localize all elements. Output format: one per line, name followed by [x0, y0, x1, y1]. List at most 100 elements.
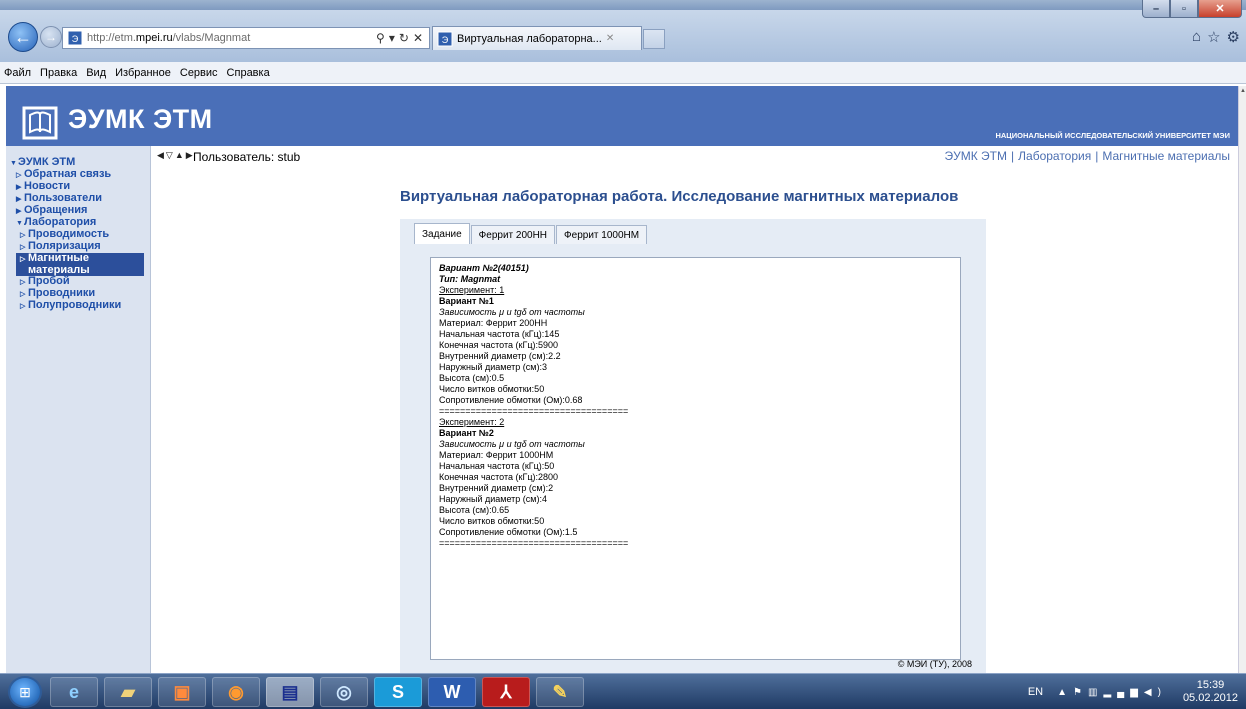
new-tab-button[interactable] [643, 29, 665, 49]
browser-navbar: ← → Э http://etm.mpei.ru/vlabs/Magnmat ⚲… [0, 10, 1246, 62]
clock-date: 05.02.2012 [1182, 692, 1238, 704]
tab-task[interactable]: Задание [414, 223, 470, 244]
dependency-text: Зависимость μ и tgδ от частоты [439, 307, 585, 317]
param-text: Сопротивление обмотки (Ом):1.5 [439, 527, 578, 537]
sidebar-item-magnetic-materials[interactable]: ▷ Магнитные материалы [16, 253, 144, 276]
start-button[interactable]: ⊞ [8, 676, 42, 708]
address-tools: ⚲ ▾ ↻ ✕ [376, 31, 429, 45]
stop-icon[interactable]: ✕ [413, 31, 423, 45]
window-controls: – ▫ ✕ [1142, 0, 1242, 20]
page-nav-arrows: ◀▽▲▶ [157, 150, 195, 161]
chevron-up-icon[interactable]: ▲ [1057, 687, 1073, 698]
task-panel: Задание Феррит 200НН Феррит 1000НМ Вариа… [400, 219, 986, 673]
triangle-right-icon: ▶ [16, 184, 22, 191]
close-icon[interactable]: ✕ [606, 33, 614, 44]
triangle-right-icon: ▶ [16, 196, 22, 203]
tab-favicon-icon: Э [437, 31, 453, 46]
menu-favorites[interactable]: Избранное [115, 67, 171, 79]
triangle-down-icon: ▼ [16, 220, 23, 227]
minimize-button[interactable]: – [1142, 0, 1170, 18]
back-button[interactable]: ← [8, 22, 38, 52]
refresh-icon[interactable]: ↻ [399, 31, 409, 45]
disc-taskbar-icon[interactable]: ◎ [320, 677, 368, 707]
save-disk-taskbar-icon[interactable]: ▤ [266, 677, 314, 707]
svg-text:Э: Э [72, 34, 79, 44]
search-icon[interactable]: ⚲ [376, 31, 385, 45]
site-header: ЭУМК ЭТМ НАЦИОНАЛЬНЫЙ ИССЛЕДОВАТЕЛЬСКИЙ … [6, 86, 1238, 146]
folder-taskbar-icon[interactable]: ▰ [104, 677, 152, 707]
network-icon[interactable]: ▥ [1088, 687, 1103, 698]
word-taskbar-icon[interactable]: W [428, 677, 476, 707]
web-page: ЭУМК ЭТМ НАЦИОНАЛЬНЫЙ ИССЛЕДОВАТЕЛЬСКИЙ … [0, 86, 1238, 673]
menu-edit[interactable]: Правка [40, 67, 77, 79]
gear-icon[interactable]: ⚙ [1227, 28, 1240, 46]
breadcrumb-link[interactable]: ЭУМК ЭТМ [944, 149, 1007, 163]
variant-label: Вариант №2 [439, 428, 494, 438]
tab-ferrite-1000nm[interactable]: Феррит 1000НМ [556, 225, 648, 244]
dependency-text: Зависимость μ и tgδ от частоты [439, 439, 585, 449]
home-icon[interactable]: ⌂ [1192, 28, 1201, 46]
triangle-left-icon[interactable]: ◀ [157, 150, 166, 160]
speaker-icon[interactable]: ◀) [1144, 687, 1167, 698]
skype-taskbar-icon[interactable]: S [374, 677, 422, 707]
clock-time: 15:39 [1196, 679, 1225, 691]
close-window-button[interactable]: ✕ [1198, 0, 1242, 18]
triangle-up-icon[interactable]: ▲ [175, 150, 186, 160]
breadcrumb: ЭУМК ЭТМ | Лаборатория | Магнитные материалы [944, 149, 1230, 163]
param-text: Высота (см):0.5 [439, 373, 505, 383]
param-text: Конечная частота (кГц):2800 [439, 472, 558, 482]
address-bar[interactable]: Э http://etm.mpei.ru/vlabs/Magnmat ⚲ ▾ ↻… [62, 27, 430, 49]
param-text: Сопротивление обмотки (Ом):0.68 [439, 395, 583, 405]
forward-button[interactable]: → [40, 26, 62, 48]
breadcrumb-link[interactable]: Магнитные материалы [1102, 149, 1230, 163]
menu-view[interactable]: Вид [86, 67, 106, 79]
system-tray: EN ▲⚑▥▂▄▆◀) 15:39 05.02.2012 [1028, 674, 1238, 709]
tab-strip: Задание Феррит 200НН Феррит 1000НМ [414, 223, 648, 244]
sidebar-item-semiconductors[interactable]: ▷ Полупроводники [10, 300, 150, 312]
paint-taskbar-icon[interactable]: ✎ [536, 677, 584, 707]
copyright: © МЭИ (ТУ), 2008 [897, 659, 972, 669]
param-text: Внутренний диаметр (см):2.2 [439, 351, 561, 361]
chevron-down-icon[interactable]: ▾ [389, 31, 395, 45]
maximize-button[interactable]: ▫ [1170, 0, 1198, 18]
triangle-right-icon: ▷ [20, 291, 26, 298]
experiment-heading: Эксперимент: 1 [439, 285, 505, 295]
tab-ferrite-200nn[interactable]: Феррит 200НН [470, 225, 556, 244]
arrow-right-icon: → [45, 30, 57, 44]
browser-tab-active[interactable]: Э Виртуальная лабораторна... ✕ [432, 26, 642, 50]
flag-icon[interactable]: ⚑ [1073, 687, 1088, 698]
ie-taskbar-icon[interactable]: e [50, 677, 98, 707]
media-taskbar-icon[interactable]: ▣ [158, 677, 206, 707]
university-name: НАЦИОНАЛЬНЫЙ ИССЛЕДОВАТЕЛЬСКИЙ УНИВЕРСИТ… [995, 131, 1230, 140]
breadcrumb-link[interactable]: Лаборатория [1018, 149, 1091, 163]
param-text: Число витков обмотки:50 [439, 384, 545, 394]
pdf-taskbar-icon[interactable]: ⅄ [482, 677, 530, 707]
scroll-up-icon[interactable]: ▲ [1240, 88, 1246, 94]
site-favicon-icon: Э [67, 30, 83, 46]
favorites-star-icon[interactable]: ☆ [1207, 28, 1220, 46]
svg-text:Э: Э [442, 35, 449, 45]
triangle-down-icon[interactable]: ▽ [166, 150, 175, 160]
param-text: Наружный диаметр (см):3 [439, 362, 547, 372]
clock[interactable]: 15:39 05.02.2012 [1183, 679, 1238, 705]
signal-icon[interactable]: ▂▄▆ [1103, 687, 1143, 698]
triangle-right-icon: ▷ [20, 303, 26, 310]
triangle-right-icon: ▷ [20, 279, 26, 286]
windows-logo-icon: ⊞ [19, 683, 31, 700]
sidebar: ▼ЭУМК ЭТМ ▷ Обратная связь ▶ Новости ▶ Поль… [6, 146, 151, 673]
language-indicator[interactable]: EN [1028, 686, 1043, 698]
firefox-taskbar-icon[interactable]: ◉ [212, 677, 260, 707]
window-titlebar [0, 0, 1246, 10]
sidebar-menu: ▼ЭУМК ЭТМ ▷ Обратная связь ▶ Новости ▶ Поль… [6, 146, 150, 312]
menu-file[interactable]: Файл [4, 67, 31, 79]
param-text: Начальная частота (кГц):50 [439, 461, 555, 471]
book-logo-icon [22, 106, 58, 140]
vertical-scrollbar[interactable]: ▲ [1238, 86, 1246, 673]
menu-help[interactable]: Справка [227, 67, 270, 79]
menu-tools[interactable]: Сервис [180, 67, 218, 79]
param-text: Внутренний диаметр (см):2 [439, 483, 554, 493]
triangle-down-icon: ▼ [10, 160, 17, 167]
triangle-right-icon: ▷ [20, 244, 26, 251]
page-title: Виртуальная лабораторная работа. Исследо… [400, 188, 959, 205]
site-title: ЭУМК ЭТМ [68, 104, 213, 134]
